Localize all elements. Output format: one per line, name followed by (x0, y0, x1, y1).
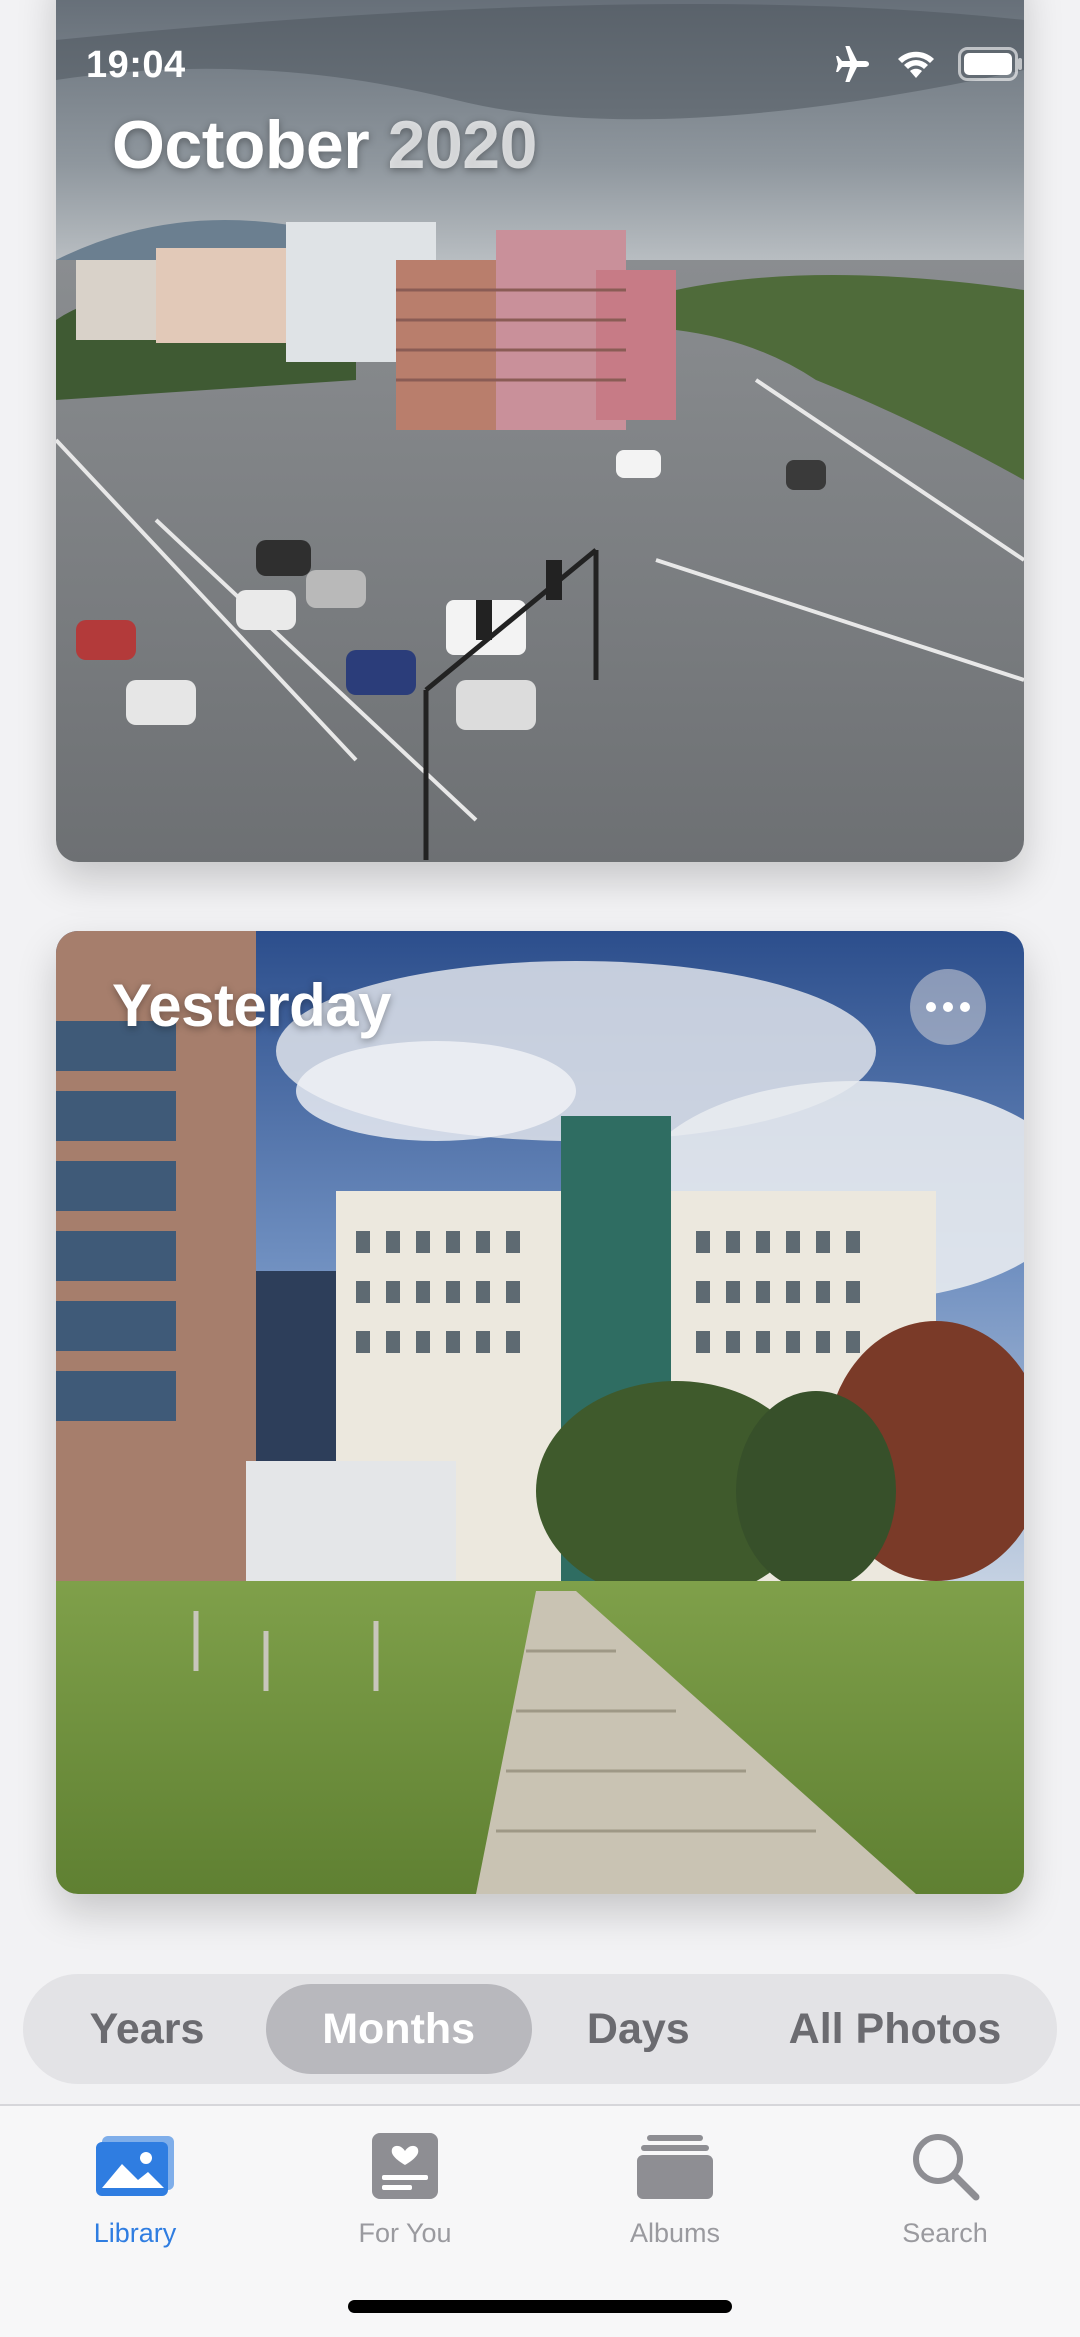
yesterday-photo (56, 931, 1024, 1894)
day-card-yesterday[interactable]: Yesterday (56, 931, 1024, 1894)
library-icon (90, 2126, 180, 2206)
segment-years[interactable]: Years (35, 1984, 259, 2074)
for-you-icon (360, 2126, 450, 2206)
tab-search-label: Search (902, 2218, 988, 2248)
ellipsis-icon (926, 1002, 936, 1012)
ellipsis-dot (960, 1002, 970, 1012)
view-segmented-control: Years Months Days All Photos (23, 1974, 1057, 2084)
airplane-icon (836, 46, 869, 82)
tab-for-you-label: For You (358, 2218, 452, 2248)
search-icon (900, 2126, 990, 2206)
home-indicator (348, 2300, 732, 2313)
wifi-icon (898, 51, 934, 78)
tab-for-you[interactable]: For You (305, 2126, 505, 2276)
battery-icon (958, 47, 1022, 81)
ellipsis-dot (943, 1002, 953, 1012)
tab-search[interactable]: Search (845, 2126, 1045, 2276)
more-options-button[interactable] (910, 969, 986, 1045)
tab-albums-label: Albums (629, 2218, 721, 2248)
status-time: 19:04 (86, 44, 186, 86)
segment-days[interactable]: Days (538, 1984, 738, 2074)
photos-app-screen: October 2020 Yesterday 19:04 Years Month… (0, 0, 1080, 2337)
segment-months[interactable]: Months (265, 1984, 532, 2074)
tab-albums[interactable]: Albums (575, 2126, 775, 2276)
tab-library-label: Library (93, 2218, 177, 2248)
card-title-day: Yesterday (112, 972, 392, 1039)
segment-all-photos[interactable]: All Photos (745, 1984, 1045, 2074)
albums-icon (630, 2126, 720, 2206)
status-icons (832, 46, 1024, 82)
status-bar: 19:04 (0, 0, 1080, 130)
tab-library[interactable]: Library (35, 2126, 235, 2276)
